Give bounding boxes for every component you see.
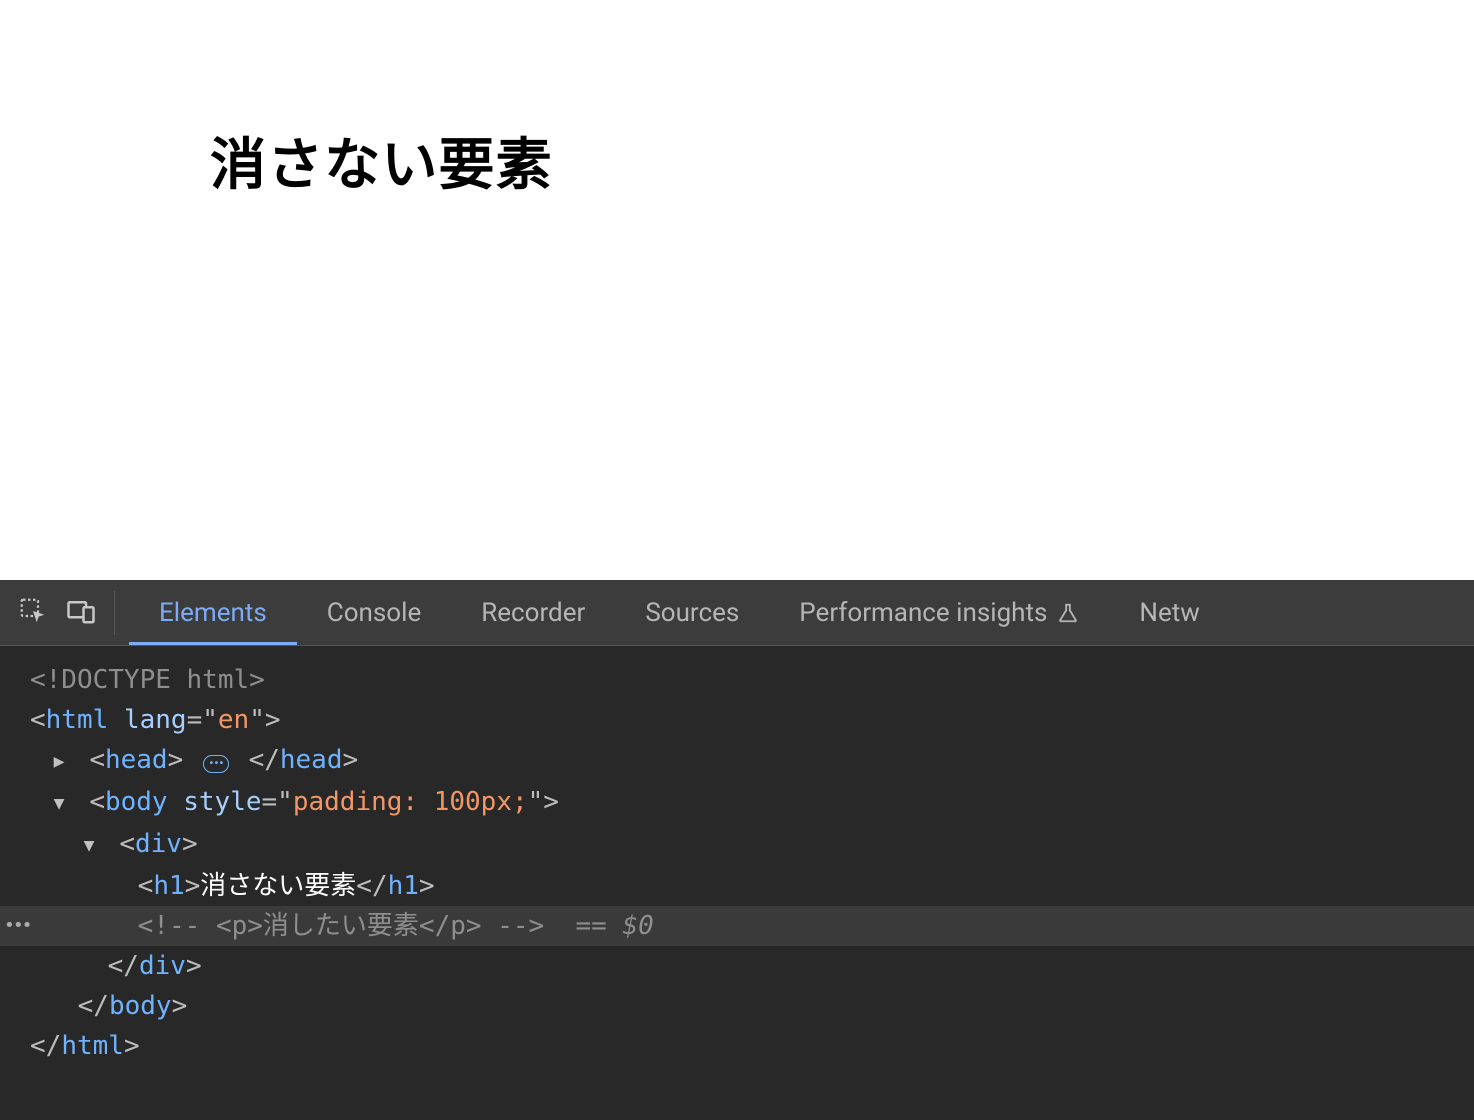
dom-div-open[interactable]: ▼ <div>: [0, 824, 1474, 866]
dom-comment-line[interactable]: <!-- <p>消したい要素</p> --> == $0: [0, 906, 1474, 946]
dom-div-close[interactable]: </div>: [0, 946, 1474, 986]
device-toolbar-icon[interactable]: [66, 596, 96, 630]
page-content: 消さない要素: [0, 0, 1474, 201]
dom-h1-line[interactable]: <h1>消さない要素</h1>: [0, 866, 1474, 906]
dom-body-close[interactable]: </body>: [0, 986, 1474, 1026]
disclosure-expanded-icon[interactable]: ▼: [84, 826, 104, 866]
dom-html-open[interactable]: <html lang="en">: [0, 700, 1474, 740]
devtools-panel: Elements Console Recorder Sources Perfor…: [0, 580, 1474, 1120]
tab-performance-insights[interactable]: Performance insights: [769, 580, 1109, 645]
devtools-tabs: Elements Console Recorder Sources Perfor…: [129, 580, 1200, 645]
inspect-element-icon[interactable]: [18, 596, 48, 630]
flask-icon: [1057, 602, 1079, 624]
tab-recorder[interactable]: Recorder: [451, 580, 615, 645]
tab-elements[interactable]: Elements: [129, 580, 297, 645]
tab-network-truncated[interactable]: Netw: [1109, 580, 1199, 645]
tab-label: Performance insights: [799, 598, 1047, 628]
dom-doctype[interactable]: <!DOCTYPE html>: [0, 660, 1474, 700]
dom-head[interactable]: ▶ <head> </head>: [0, 740, 1474, 782]
disclosure-expanded-icon[interactable]: ▼: [54, 784, 74, 824]
devtools-toolbar-icons: [0, 591, 115, 635]
dom-body-open[interactable]: ▼ <body style="padding: 100px;">: [0, 782, 1474, 824]
dom-html-close[interactable]: </html>: [0, 1026, 1474, 1066]
page-heading: 消さない要素: [210, 120, 1474, 201]
elements-dom-tree[interactable]: <!DOCTYPE html> <html lang="en"> ▶ <head…: [0, 646, 1474, 1120]
disclosure-collapsed-icon[interactable]: ▶: [54, 742, 74, 782]
tab-console[interactable]: Console: [297, 580, 451, 645]
devtools-tabbar: Elements Console Recorder Sources Perfor…: [0, 580, 1474, 646]
page-viewport: 消さない要素: [0, 0, 1474, 580]
tab-sources[interactable]: Sources: [615, 580, 769, 645]
collapsed-ellipsis-icon[interactable]: [203, 755, 229, 773]
